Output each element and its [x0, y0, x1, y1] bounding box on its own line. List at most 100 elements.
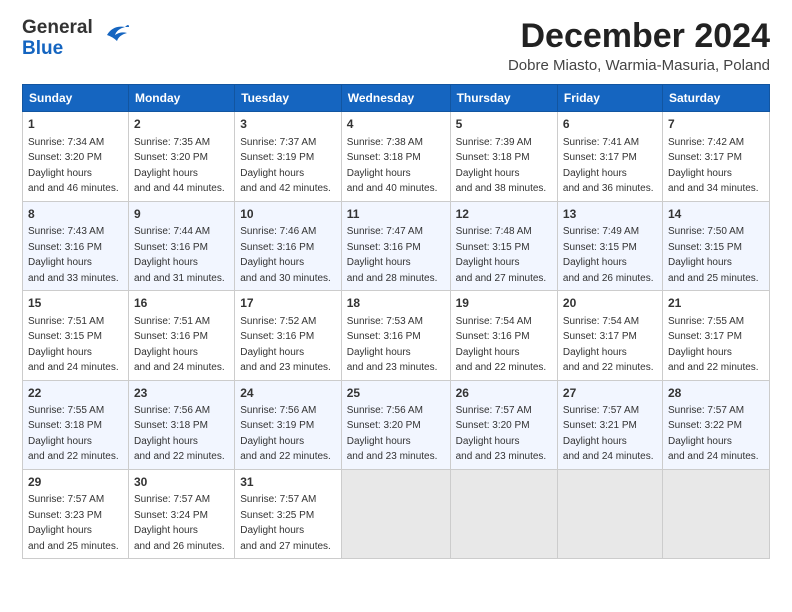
day-number: 31 [240, 474, 336, 491]
calendar-day-cell: 18Sunrise: 7:53 AMSunset: 3:16 PMDayligh… [341, 291, 450, 380]
day-info: Sunrise: 7:44 AMSunset: 3:16 PMDaylight … [134, 226, 225, 284]
day-info: Sunrise: 7:47 AMSunset: 3:16 PMDaylight … [347, 226, 438, 284]
day-number: 17 [240, 295, 336, 312]
calendar-week-row: 22Sunrise: 7:55 AMSunset: 3:18 PMDayligh… [23, 380, 770, 469]
calendar-day-cell: 10 Sunrise: 7:46 AMSunset: 3:16 PMDayligh… [235, 201, 342, 290]
day-number: 16 [134, 295, 229, 312]
day-info: Sunrise: 7:37 AMSunset: 3:19 PMDaylight … [240, 137, 331, 195]
calendar-page: GeneralBlue December 2024 Dobre Miasto, … [0, 0, 792, 612]
day-info: Sunrise: 7:57 AMSunset: 3:24 PMDaylight … [134, 494, 225, 552]
day-of-week-header: Monday [128, 85, 234, 112]
calendar-header-row: SundayMondayTuesdayWednesdayThursdayFrid… [23, 85, 770, 112]
calendar-day-cell [662, 469, 769, 558]
title-block: December 2024 Dobre Miasto, Warmia-Masur… [508, 18, 770, 74]
calendar-day-cell: 24 Sunrise: 7:56 AMSunset: 3:19 PMDayligh… [235, 380, 342, 469]
day-info: Sunrise: 7:39 AMSunset: 3:18 PMDaylight … [456, 137, 547, 195]
logo: GeneralBlue [22, 18, 129, 60]
day-info: Sunrise: 7:54 AMSunset: 3:16 PMDaylight … [456, 316, 547, 374]
day-of-week-header: Thursday [450, 85, 557, 112]
calendar-day-cell: 20Sunrise: 7:54 AMSunset: 3:17 PMDayligh… [557, 291, 662, 380]
calendar-day-cell: 11Sunrise: 7:47 AMSunset: 3:16 PMDayligh… [341, 201, 450, 290]
day-number: 7 [668, 116, 764, 133]
day-info: Sunrise: 7:53 AMSunset: 3:16 PMDaylight … [347, 316, 438, 374]
day-of-week-header: Friday [557, 85, 662, 112]
logo-bird-icon [99, 21, 129, 49]
calendar-table: SundayMondayTuesdayWednesdayThursdayFrid… [22, 84, 770, 559]
day-number: 8 [28, 206, 123, 223]
day-info: Sunrise: 7:41 AMSunset: 3:17 PMDaylight … [563, 137, 654, 195]
calendar-day-cell: 6 Sunrise: 7:41 AMSunset: 3:17 PMDaylight… [557, 112, 662, 201]
day-info: Sunrise: 7:57 AMSunset: 3:21 PMDaylight … [563, 405, 654, 463]
calendar-day-cell: 12 Sunrise: 7:48 AMSunset: 3:15 PMDayligh… [450, 201, 557, 290]
calendar-week-row: 15Sunrise: 7:51 AMSunset: 3:15 PMDayligh… [23, 291, 770, 380]
day-info: Sunrise: 7:42 AMSunset: 3:17 PMDaylight … [668, 137, 759, 195]
day-number: 2 [134, 116, 229, 133]
day-number: 24 [240, 385, 336, 402]
calendar-body: 1 Sunrise: 7:34 AMSunset: 3:20 PMDaylight… [23, 112, 770, 559]
day-number: 6 [563, 116, 657, 133]
day-of-week-header: Tuesday [235, 85, 342, 112]
day-number: 5 [456, 116, 552, 133]
day-info: Sunrise: 7:52 AMSunset: 3:16 PMDaylight … [240, 316, 331, 374]
month-title: December 2024 [508, 18, 770, 55]
day-info: Sunrise: 7:50 AMSunset: 3:15 PMDaylight … [668, 226, 759, 284]
day-number: 14 [668, 206, 764, 223]
day-number: 13 [563, 206, 657, 223]
day-number: 26 [456, 385, 552, 402]
calendar-day-cell: 25Sunrise: 7:56 AMSunset: 3:20 PMDayligh… [341, 380, 450, 469]
calendar-day-cell: 21 Sunrise: 7:55 AMSunset: 3:17 PMDayligh… [662, 291, 769, 380]
day-info: Sunrise: 7:35 AMSunset: 3:20 PMDaylight … [134, 137, 225, 195]
day-info: Sunrise: 7:51 AMSunset: 3:16 PMDaylight … [134, 316, 225, 374]
calendar-day-cell: 5 Sunrise: 7:39 AMSunset: 3:18 PMDaylight… [450, 112, 557, 201]
day-info: Sunrise: 7:55 AMSunset: 3:17 PMDaylight … [668, 316, 759, 374]
calendar-day-cell: 30 Sunrise: 7:57 AMSunset: 3:24 PMDayligh… [128, 469, 234, 558]
calendar-day-cell: 23 Sunrise: 7:56 AMSunset: 3:18 PMDayligh… [128, 380, 234, 469]
calendar-day-cell [341, 469, 450, 558]
day-info: Sunrise: 7:34 AMSunset: 3:20 PMDaylight … [28, 137, 119, 195]
calendar-day-cell: 7 Sunrise: 7:42 AMSunset: 3:17 PMDaylight… [662, 112, 769, 201]
calendar-day-cell: 3 Sunrise: 7:37 AMSunset: 3:19 PMDaylight… [235, 112, 342, 201]
day-number: 3 [240, 116, 336, 133]
calendar-week-row: 8Sunrise: 7:43 AMSunset: 3:16 PMDaylight… [23, 201, 770, 290]
calendar-day-cell: 9Sunrise: 7:44 AMSunset: 3:16 PMDaylight… [128, 201, 234, 290]
calendar-day-cell [557, 469, 662, 558]
logo-text: GeneralBlue [22, 18, 93, 60]
calendar-day-cell: 14 Sunrise: 7:50 AMSunset: 3:15 PMDayligh… [662, 201, 769, 290]
day-info: Sunrise: 7:46 AMSunset: 3:16 PMDaylight … [240, 226, 331, 284]
calendar-day-cell: 22Sunrise: 7:55 AMSunset: 3:18 PMDayligh… [23, 380, 129, 469]
calendar-day-cell: 13 Sunrise: 7:49 AMSunset: 3:15 PMDayligh… [557, 201, 662, 290]
day-number: 19 [456, 295, 552, 312]
day-number: 10 [240, 206, 336, 223]
calendar-day-cell: 15Sunrise: 7:51 AMSunset: 3:15 PMDayligh… [23, 291, 129, 380]
calendar-day-cell: 1 Sunrise: 7:34 AMSunset: 3:20 PMDaylight… [23, 112, 129, 201]
day-number: 30 [134, 474, 229, 491]
day-info: Sunrise: 7:56 AMSunset: 3:20 PMDaylight … [347, 405, 438, 463]
day-info: Sunrise: 7:56 AMSunset: 3:18 PMDaylight … [134, 405, 225, 463]
day-info: Sunrise: 7:56 AMSunset: 3:19 PMDaylight … [240, 405, 331, 463]
day-info: Sunrise: 7:48 AMSunset: 3:15 PMDaylight … [456, 226, 547, 284]
day-info: Sunrise: 7:57 AMSunset: 3:20 PMDaylight … [456, 405, 547, 463]
day-number: 28 [668, 385, 764, 402]
day-number: 15 [28, 295, 123, 312]
calendar-day-cell: 28Sunrise: 7:57 AMSunset: 3:22 PMDayligh… [662, 380, 769, 469]
day-number: 12 [456, 206, 552, 223]
calendar-day-cell: 16 Sunrise: 7:51 AMSunset: 3:16 PMDayligh… [128, 291, 234, 380]
day-info: Sunrise: 7:49 AMSunset: 3:15 PMDaylight … [563, 226, 654, 284]
day-number: 23 [134, 385, 229, 402]
calendar-week-row: 29 Sunrise: 7:57 AMSunset: 3:23 PMDayligh… [23, 469, 770, 558]
header: GeneralBlue December 2024 Dobre Miasto, … [22, 18, 770, 74]
calendar-day-cell: 26 Sunrise: 7:57 AMSunset: 3:20 PMDayligh… [450, 380, 557, 469]
day-number: 4 [347, 116, 445, 133]
calendar-day-cell [450, 469, 557, 558]
day-info: Sunrise: 7:38 AMSunset: 3:18 PMDaylight … [347, 137, 438, 195]
day-info: Sunrise: 7:57 AMSunset: 3:23 PMDaylight … [28, 494, 119, 552]
calendar-day-cell: 31Sunrise: 7:57 AMSunset: 3:25 PMDayligh… [235, 469, 342, 558]
day-number: 1 [28, 116, 123, 133]
day-of-week-header: Sunday [23, 85, 129, 112]
day-number: 22 [28, 385, 123, 402]
location-subtitle: Dobre Miasto, Warmia-Masuria, Poland [508, 57, 770, 74]
day-info: Sunrise: 7:54 AMSunset: 3:17 PMDaylight … [563, 316, 654, 374]
day-number: 29 [28, 474, 123, 491]
day-number: 21 [668, 295, 764, 312]
calendar-day-cell: 27Sunrise: 7:57 AMSunset: 3:21 PMDayligh… [557, 380, 662, 469]
